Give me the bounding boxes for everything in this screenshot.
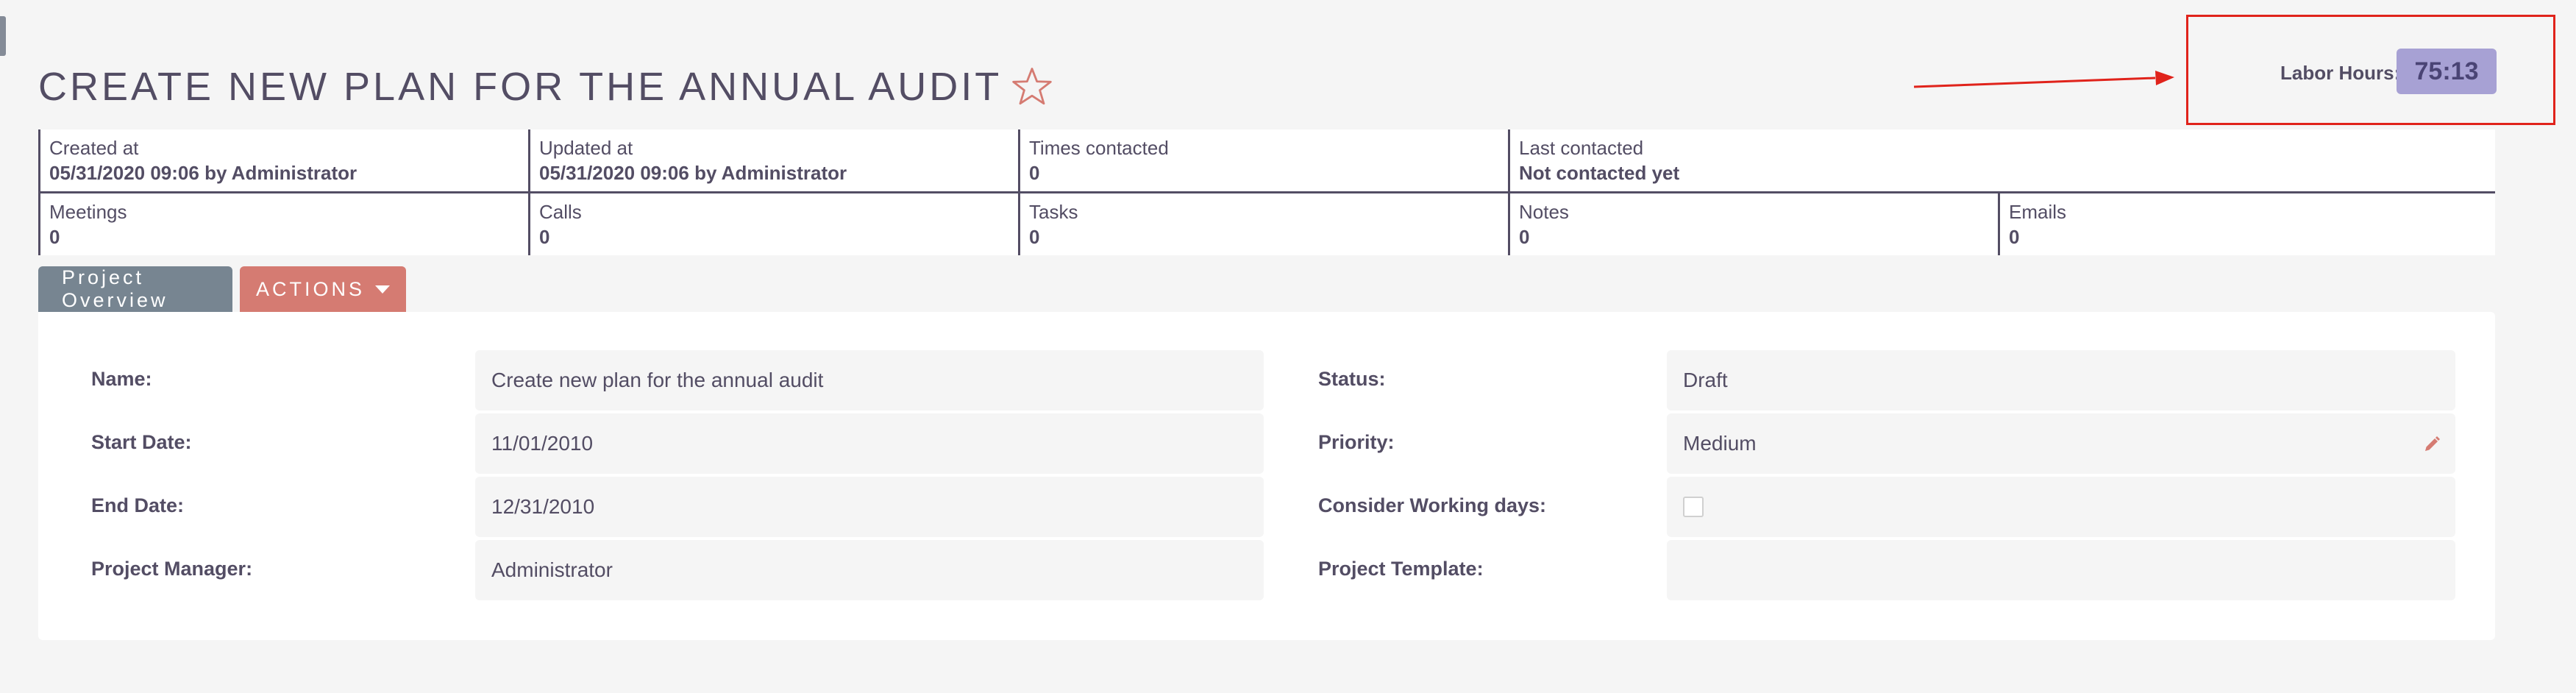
priority-field[interactable]: Medium xyxy=(1667,413,2455,474)
summary-label: Times contacted xyxy=(1029,137,1169,159)
summary-label: Last contacted xyxy=(1519,137,1644,159)
actions-label: ACTIONS xyxy=(256,277,366,300)
summary-value: 0 xyxy=(49,226,60,248)
summary-label: Updated at xyxy=(539,137,633,159)
summary-cell-calls: Calls 0 xyxy=(528,192,1020,255)
working-days-checkbox[interactable] xyxy=(1683,497,1704,517)
summary-value: 0 xyxy=(539,226,550,248)
summary-cell-times-contacted: Times contacted 0 xyxy=(1018,129,1509,193)
start-date-label: Start Date: xyxy=(91,431,192,453)
status-label: Status: xyxy=(1318,368,1386,390)
labor-hours-badge: 75:13 xyxy=(2397,49,2497,94)
caret-down-icon xyxy=(375,285,391,294)
record-title: CREATE NEW PLAN FOR THE ANNUAL AUDIT xyxy=(38,65,1003,109)
end-date-field[interactable]: 12/31/2010 xyxy=(475,477,1264,537)
summary-cell-meetings: Meetings 0 xyxy=(38,192,530,255)
pencil-icon[interactable] xyxy=(2423,436,2441,453)
summary-cell-tasks: Tasks 0 xyxy=(1018,192,1509,255)
page-title: CREATE NEW PLAN FOR THE ANNUAL AUDIT xyxy=(38,57,1055,116)
summary-value: 0 xyxy=(1029,162,1040,184)
project-manager-field[interactable]: Administrator xyxy=(475,540,1264,600)
actions-dropdown-button[interactable]: ACTIONS xyxy=(240,266,406,312)
start-date-field[interactable]: 11/01/2010 xyxy=(475,413,1264,474)
summary-cell-created: Created at 05/31/2020 09:06 by Administr… xyxy=(38,129,530,193)
end-date-label: End Date: xyxy=(91,494,185,516)
summary-label: Calls xyxy=(539,201,582,223)
summary-cell-updated: Updated at 05/31/2020 09:06 by Administr… xyxy=(528,129,1020,193)
annotation-arrow xyxy=(1913,71,2174,88)
project-template-label: Project Template: xyxy=(1318,558,1484,580)
summary-label: Notes xyxy=(1519,201,1569,223)
summary-cell-emails: Emails 0 xyxy=(1998,192,2495,255)
project-overview-panel: Name: Create new plan for the annual aud… xyxy=(38,312,2495,640)
working-days-field xyxy=(1667,477,2455,537)
summary-value: 0 xyxy=(1029,226,1040,248)
summary-value: 05/31/2020 09:06 by Administrator xyxy=(49,162,357,184)
summary-cell-notes: Notes 0 xyxy=(1508,192,1999,255)
working-days-label: Consider Working days: xyxy=(1318,494,1547,516)
summary-value: 0 xyxy=(2009,226,2020,248)
summary-label: Meetings xyxy=(49,201,127,223)
summary-label: Emails xyxy=(2009,201,2067,223)
sidebar-toggle-tab[interactable] xyxy=(0,16,6,56)
record-summary-table: Created at 05/31/2020 09:06 by Administr… xyxy=(38,129,2495,255)
summary-label: Tasks xyxy=(1029,201,1078,223)
summary-cell-last-contacted: Last contacted Not contacted yet xyxy=(1508,129,2495,193)
project-template-field[interactable] xyxy=(1667,540,2455,600)
summary-label: Created at xyxy=(49,137,139,159)
summary-row: Created at 05/31/2020 09:06 by Administr… xyxy=(38,129,2495,193)
summary-value: 05/31/2020 09:06 by Administrator xyxy=(539,162,847,184)
star-outline-icon[interactable] xyxy=(1009,64,1055,110)
summary-value: Not contacted yet xyxy=(1519,162,1680,184)
priority-value: Medium xyxy=(1683,432,1757,455)
detail-tabs: Project Overview ACTIONS xyxy=(38,266,406,312)
name-label: Name: xyxy=(91,368,152,390)
project-manager-label: Project Manager: xyxy=(91,558,253,580)
labor-hours-label: Labor Hours: xyxy=(2280,62,2401,84)
summary-row: Meetings 0 Calls 0 Tasks 0 Notes 0 Email… xyxy=(38,192,2495,255)
status-field[interactable]: Draft xyxy=(1667,350,2455,411)
name-field[interactable]: Create new plan for the annual audit xyxy=(475,350,1264,411)
summary-value: 0 xyxy=(1519,226,1530,248)
tab-project-overview[interactable]: Project Overview xyxy=(38,266,232,312)
priority-label: Priority: xyxy=(1318,431,1395,453)
